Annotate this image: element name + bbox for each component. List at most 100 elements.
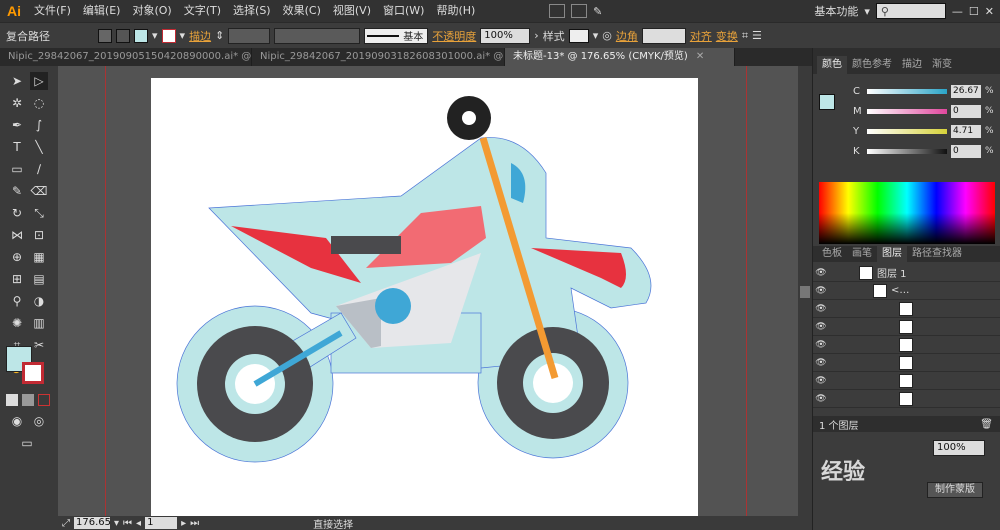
tab-pathfinder[interactable]: 路径查找器 [907, 245, 967, 263]
transform-icon[interactable]: ⌗ [742, 29, 748, 43]
cyan-value[interactable]: 26.67 [951, 84, 981, 98]
yellow-value[interactable]: 4.71 [951, 124, 981, 138]
magenta-slider[interactable] [867, 108, 947, 114]
scale-tool-icon[interactable]: ⤡ [30, 204, 48, 222]
opacity-field[interactable]: 100% [480, 27, 531, 44]
chevron-right-icon[interactable]: › [534, 29, 538, 42]
page-field[interactable]: 1 [145, 517, 178, 529]
visibility-icon[interactable]: 👁 [813, 286, 829, 296]
direct-selection-tool-icon[interactable]: ▷ [30, 72, 48, 90]
stroke-style-dropdown[interactable]: 基本 [364, 27, 429, 44]
opacity-label[interactable]: 不透明度 [432, 28, 476, 44]
menu-edit[interactable]: 编辑(E) [77, 0, 127, 22]
eraser-icon[interactable]: ⌫ [30, 182, 48, 200]
visibility-icon[interactable]: 👁 [813, 268, 829, 278]
none-mode-icon[interactable] [38, 394, 50, 406]
tab-gradient[interactable]: 渐变 [927, 56, 957, 74]
curvature-tool-icon[interactable]: ∫ [30, 116, 48, 134]
next-page-icon[interactable]: ▸ [181, 518, 186, 529]
variable-width-dropdown[interactable] [274, 27, 361, 44]
tab-layers[interactable]: 图层 [877, 245, 907, 263]
make-mask-button[interactable]: 制作蒙版 [927, 482, 983, 498]
chevron-down-icon[interactable]: ▾ [152, 29, 158, 42]
black-slider[interactable] [867, 148, 947, 154]
symbol-sprayer-icon[interactable]: ✺ [8, 314, 26, 332]
workspace-switcher[interactable]: 基本功能 [814, 3, 858, 19]
menu-file[interactable]: 文件(F) [28, 0, 77, 22]
line-tool-icon[interactable]: ╲ [30, 138, 48, 156]
recolor-icon[interactable]: ◎ [602, 29, 612, 42]
stroke-weight-stepper[interactable]: ⇕ [215, 29, 224, 42]
motorcycle-artwork[interactable] [151, 78, 698, 516]
free-transform-icon[interactable]: ⊡ [30, 226, 48, 244]
pen-tool-icon[interactable]: ✒ [8, 116, 26, 134]
visibility-icon[interactable]: 👁 [813, 340, 829, 350]
eyedropper-icon[interactable]: ⚲ [8, 292, 26, 310]
menu-select[interactable]: 选择(S) [227, 0, 277, 22]
vertical-scrollbar[interactable] [798, 66, 812, 516]
stroke-label[interactable]: 描边 [189, 28, 211, 44]
visibility-icon[interactable]: 👁 [813, 376, 829, 386]
delete-layer-icon[interactable]: 🗑 [980, 419, 993, 430]
menu-object[interactable]: 对象(O) [126, 0, 177, 22]
current-tool-status[interactable]: 直接选择 [313, 516, 353, 530]
graph-tool-icon[interactable]: ▥ [30, 314, 48, 332]
slice-tool-icon[interactable]: ✂ [30, 336, 48, 354]
lasso-icon[interactable]: ◌ [30, 94, 48, 112]
layer-name[interactable]: <… [891, 285, 909, 296]
stroke-swatch[interactable] [161, 28, 176, 43]
chevron-down-icon[interactable]: ▾ [114, 518, 119, 529]
align-label[interactable]: 对齐 [690, 28, 712, 44]
tab-color-guide[interactable]: 颜色参考 [847, 56, 897, 74]
tab-stroke[interactable]: 描边 [897, 56, 927, 74]
layer-row[interactable]: 👁 [813, 390, 1000, 408]
close-icon[interactable]: ✕ [985, 5, 994, 18]
screen-mode-icon[interactable]: ▭ [18, 434, 36, 452]
minimize-icon[interactable]: — [952, 5, 963, 18]
isolate-group-icon[interactable] [98, 28, 112, 43]
scroll-thumb[interactable] [800, 286, 810, 298]
close-tab-icon[interactable]: ✕ [696, 51, 704, 62]
menu-type[interactable]: 文字(T) [178, 0, 227, 22]
help-search-input[interactable]: ⚲ [875, 3, 946, 19]
visibility-icon[interactable]: 👁 [813, 358, 829, 368]
paintbrush-icon[interactable]: ∕ [30, 160, 48, 178]
mesh-tool-icon[interactable]: ⊞ [8, 270, 26, 288]
transform-label[interactable]: 变换 [716, 28, 738, 44]
layer-row[interactable]: 👁 图层 1 [813, 264, 1000, 282]
magic-wand-icon[interactable]: ✲ [8, 94, 26, 112]
gradient-tool-icon[interactable]: ▤ [30, 270, 48, 288]
zoom-menu-icon[interactable]: ⤢ [62, 518, 70, 529]
layer-row[interactable]: 👁 [813, 372, 1000, 390]
magenta-value[interactable]: 0 [951, 104, 981, 118]
pencil-icon[interactable]: ✎ [8, 182, 26, 200]
bridge-icon[interactable] [549, 4, 566, 18]
width-tool-icon[interactable]: ⋈ [8, 226, 26, 244]
rectangle-tool-icon[interactable]: ▭ [8, 160, 26, 178]
layer-name[interactable]: 图层 1 [877, 265, 907, 280]
menu-view[interactable]: 视图(V) [327, 0, 377, 22]
brush-icon[interactable]: ✎ [593, 5, 602, 18]
panel-menu-icon[interactable]: ☰ [752, 29, 762, 42]
arrange-documents-icon[interactable] [571, 4, 588, 18]
stroke-weight-dropdown[interactable] [228, 27, 271, 44]
tab-document-3[interactable]: 未标题-13* @ 176.65% (CMYK/预览) ✕ [505, 48, 735, 66]
color-spectrum[interactable] [819, 182, 995, 244]
tab-swatches[interactable]: 色板 [817, 245, 847, 263]
shape-builder-icon[interactable]: ⊕ [8, 248, 26, 266]
chevron-down-icon[interactable]: ▾ [180, 29, 186, 42]
tab-brushes[interactable]: 画笔 [847, 245, 877, 263]
draw-behind-icon[interactable]: ◎ [30, 412, 48, 430]
selection-tool-icon[interactable]: ➤ [8, 72, 26, 90]
menu-window[interactable]: 窗口(W) [377, 0, 430, 22]
visibility-icon[interactable]: 👁 [813, 304, 829, 314]
layer-row[interactable]: 👁 [813, 354, 1000, 372]
chevron-down-icon[interactable]: ▾ [593, 29, 599, 42]
black-value[interactable]: 0 [951, 144, 981, 158]
prev-page-icon[interactable]: ◂ [136, 518, 141, 529]
yellow-slider[interactable] [867, 128, 947, 134]
blend-tool-icon[interactable]: ◑ [30, 292, 48, 310]
transparency-opacity-field[interactable]: 100% [933, 440, 985, 456]
maximize-icon[interactable]: ☐ [969, 5, 979, 18]
layer-row[interactable]: 👁 [813, 318, 1000, 336]
